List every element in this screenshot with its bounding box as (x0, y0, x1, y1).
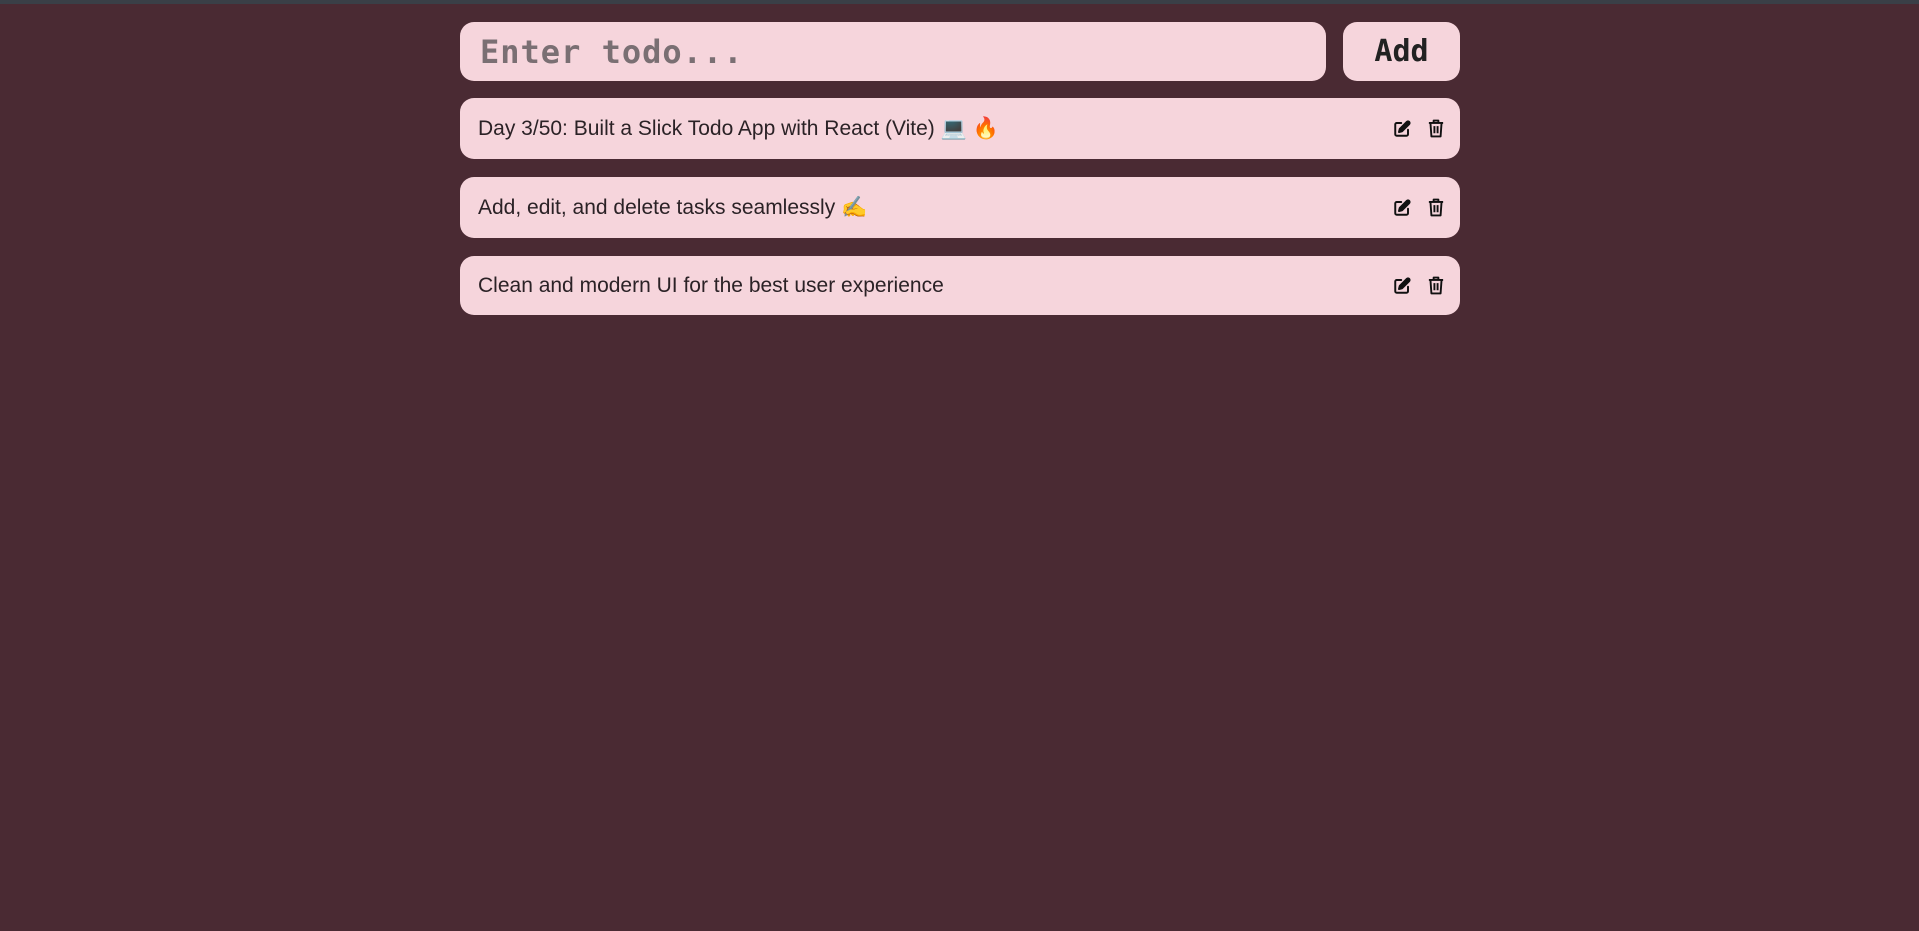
todo-item: Clean and modern UI for the best user ex… (460, 256, 1460, 315)
add-button[interactable]: Add (1343, 22, 1460, 81)
todo-app: Add Day 3/50: Built a Slick Todo App wit… (460, 22, 1460, 315)
todo-list: Day 3/50: Built a Slick Todo App with Re… (460, 98, 1460, 315)
todo-actions (1392, 276, 1446, 296)
todo-input-row: Add (460, 22, 1460, 81)
todo-text: Clean and modern UI for the best user ex… (478, 273, 944, 297)
trash-icon[interactable] (1426, 276, 1446, 296)
todo-actions (1392, 119, 1446, 139)
todo-text: Day 3/50: Built a Slick Todo App with Re… (478, 116, 999, 140)
todo-input[interactable] (460, 22, 1326, 81)
todo-item: Add, edit, and delete tasks seamlessly ✍… (460, 177, 1460, 238)
trash-icon[interactable] (1426, 198, 1446, 218)
edit-icon[interactable] (1392, 198, 1412, 218)
trash-icon[interactable] (1426, 119, 1446, 139)
todo-item: Day 3/50: Built a Slick Todo App with Re… (460, 98, 1460, 159)
edit-icon[interactable] (1392, 276, 1412, 296)
todo-text: Add, edit, and delete tasks seamlessly ✍… (478, 195, 868, 219)
window-top-border (0, 0, 1919, 4)
edit-icon[interactable] (1392, 119, 1412, 139)
todo-actions (1392, 198, 1446, 218)
